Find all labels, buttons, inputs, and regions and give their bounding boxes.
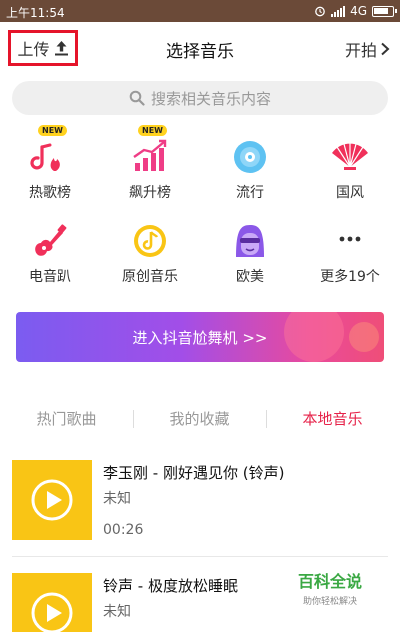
watermark-title: 百科全说 [297,572,362,591]
category-hot-chart[interactable]: NEW 热歌榜 [5,125,95,202]
category-label: 热歌榜 [29,185,71,201]
avatar-purple-hair-icon [236,225,264,257]
network-type: 4G [350,4,367,18]
song-title: 铃声 - 极度放松睡眠 [103,577,238,595]
status-time: 上午11:54 [6,6,65,20]
new-badge: NEW [138,125,167,136]
category-western[interactable]: 欧美 [205,221,295,286]
more-dots-icon [339,236,361,242]
music-tabs: 热门歌曲 我的收藏 本地音乐 [0,408,400,438]
category-edm[interactable]: 电音趴 [5,221,95,286]
search-icon [129,90,145,106]
folding-fan-icon [332,143,368,170]
hot-chart-icon [30,143,60,171]
play-icon [31,592,73,632]
alarm-icon [315,6,325,17]
upload-icon [54,41,68,56]
category-label: 国风 [336,185,364,201]
status-icons: 4G [314,4,397,18]
watermark-subtitle: 助你轻松解决 [302,597,357,607]
category-rising-chart[interactable]: NEW 飙升榜 [105,125,195,202]
dance-machine-banner[interactable]: 进入抖音尬舞机 >> [16,312,384,362]
music-note-icon [134,225,166,257]
song-artist: 未知 [103,491,131,507]
song-thumbnail[interactable] [12,573,92,632]
search-placeholder: 搜索相关音乐内容 [150,89,271,108]
signal-icon [331,5,346,17]
upload-button[interactable]: 上传 [8,30,78,66]
category-label: 欧美 [236,269,264,285]
search-bar[interactable]: 搜索相关音乐内容 [12,81,388,115]
banner-decoration [349,322,379,352]
shoot-label: 开拍 [344,41,377,60]
list-divider [12,556,388,557]
category-label: 飙升榜 [129,185,171,201]
banner-decoration [284,312,344,362]
category-pop[interactable]: 流行 [205,137,295,202]
cd-disc-icon [234,141,266,173]
tab-favorites[interactable]: 我的收藏 [133,408,266,429]
song-title: 李玉刚 - 刚好遇见你 (铃声) [103,464,285,482]
shoot-button[interactable]: 开拍 [345,37,390,61]
category-more[interactable]: 更多19个 [305,221,395,286]
category-label: 流行 [236,185,264,201]
tab-local-music[interactable]: 本地音乐 [266,408,399,429]
header: 上传 选择音乐 开拍 [0,22,400,74]
chevron-right-icon [381,42,390,56]
category-original[interactable]: 原创音乐 [105,221,195,286]
tab-hot-songs[interactable]: 热门歌曲 [0,408,133,429]
song-artist: 未知 [103,604,131,620]
status-bar: 上午11:54 4G [0,0,400,22]
upload-label: 上传 [17,40,50,59]
watermark: 百科全说 助你轻松解决 [298,568,362,607]
category-label: 原创音乐 [122,269,178,285]
rising-chart-icon [133,139,167,171]
battery-icon [372,5,397,17]
category-label: 电音趴 [29,269,71,285]
song-item[interactable]: 李玉刚 - 刚好遇见你 (铃声) 未知 00:26 [12,460,388,540]
banner-label: 进入抖音尬舞机 >> [132,328,268,347]
song-duration: 00:26 [103,522,144,538]
play-icon [31,479,73,521]
electric-guitar-icon [35,224,67,256]
new-badge: NEW [38,125,67,136]
category-label: 更多19个 [320,269,380,285]
song-thumbnail[interactable] [12,460,92,540]
category-chinese-style[interactable]: 国风 [305,137,395,202]
